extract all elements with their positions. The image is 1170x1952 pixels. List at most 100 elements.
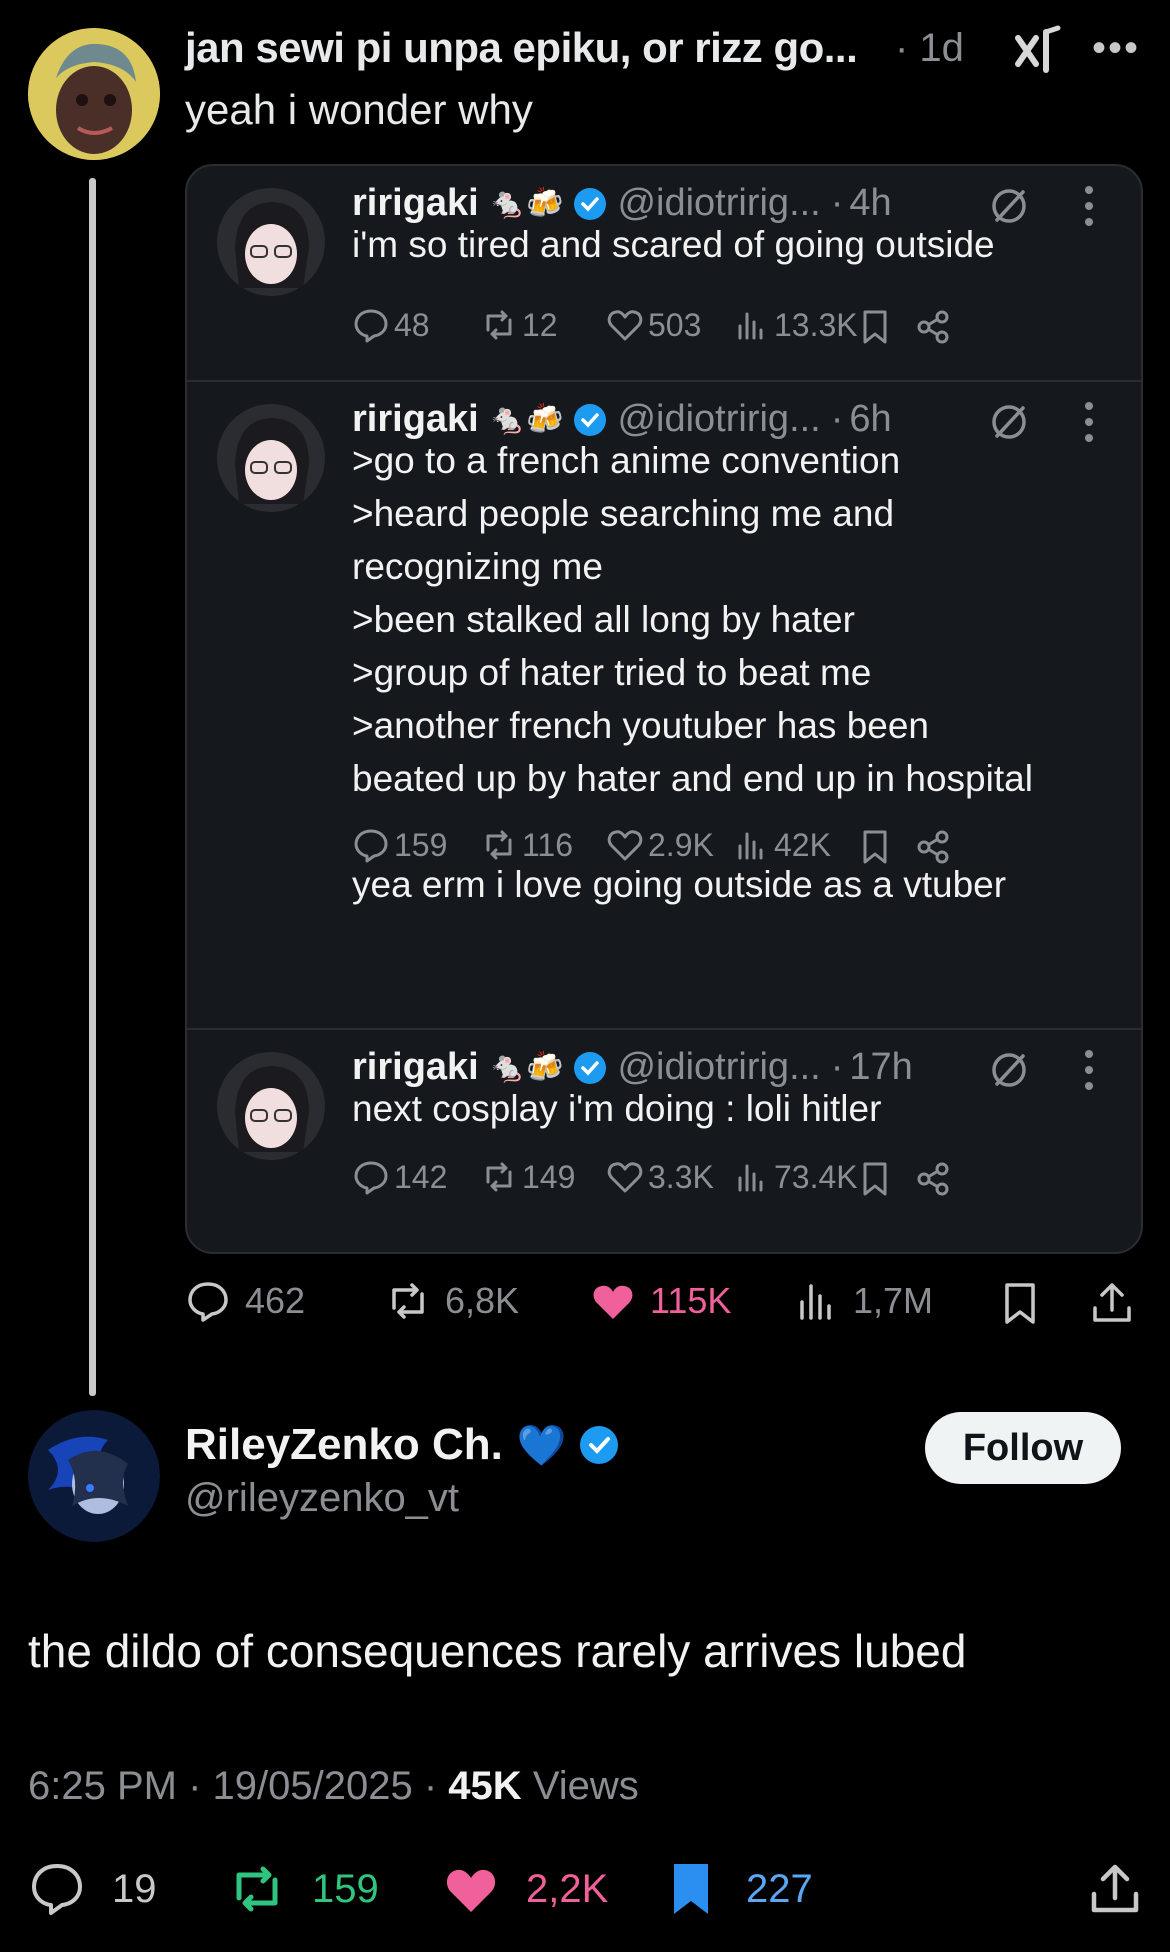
- repost-icon: [486, 830, 512, 860]
- bookmark-count: 227: [746, 1866, 813, 1911]
- like-count: 115K: [650, 1280, 732, 1321]
- like-stat[interactable]: 2.9K: [606, 826, 714, 864]
- blue-heart-emoji: 💙: [516, 1423, 567, 1468]
- repost-icon: [486, 310, 512, 340]
- views-chart-icon: [738, 312, 763, 340]
- repost-count: 116: [522, 826, 574, 863]
- author-emoji: 🐁🍻: [488, 187, 564, 220]
- quoted-post[interactable]: ririgaki 🐁🍻 @idiotririg... · 4h i'm so t…: [187, 166, 1141, 380]
- post-time[interactable]: 6:25 PM: [28, 1764, 177, 1808]
- reply-stat[interactable]: 159: [352, 826, 447, 864]
- reply-author-name-row[interactable]: RileyZenko Ch. 💙: [185, 1420, 619, 1470]
- quoted-stats-bar: 142 149 3.3K 73.4K: [352, 1158, 1122, 1202]
- reply-stat[interactable]: 462: [185, 1278, 305, 1324]
- like-stat[interactable]: 3.3K: [606, 1158, 714, 1196]
- verified-badge-icon: [574, 403, 607, 436]
- like-stat[interactable]: 115K: [590, 1278, 731, 1324]
- repost-stat[interactable]: 149: [480, 1158, 575, 1196]
- quoted-post[interactable]: ririgaki 🐁🍻 @idiotririg... · 17h next co…: [187, 1030, 1141, 1252]
- repost-stat[interactable]: 6,8K: [385, 1278, 519, 1324]
- share-icon[interactable]: [914, 828, 952, 866]
- quoted-thread-card[interactable]: ririgaki 🐁🍻 @idiotririg... · 4h i'm so t…: [185, 164, 1143, 1254]
- parent-timestamp[interactable]: · 1d: [895, 26, 964, 71]
- share-upload-icon[interactable]: [1089, 1280, 1135, 1326]
- like-count: 3.3K: [648, 1158, 714, 1195]
- bookmark-icon[interactable]: [997, 1280, 1043, 1326]
- views-label: Views: [532, 1764, 639, 1808]
- thread-connector-line: [89, 178, 96, 1396]
- post-meta-line: 6:25 PM · 19/05/2025 · 45K Views: [28, 1764, 639, 1809]
- share-icon[interactable]: [914, 1160, 952, 1198]
- reply-stat[interactable]: 19: [28, 1860, 157, 1918]
- reply-count: 19: [112, 1866, 157, 1911]
- quoted-post-text: next cosplay i'm doing : loli hitler: [352, 1088, 882, 1129]
- parent-author-name[interactable]: jan sewi pi unpa epiku, or rizz go...: [185, 24, 858, 72]
- author-emoji: 🐁🍻: [488, 1051, 564, 1084]
- reply-icon: [32, 1864, 82, 1915]
- more-icon[interactable]: •••: [1092, 28, 1140, 68]
- reply-icon: [354, 829, 388, 863]
- follow-button[interactable]: Follow: [925, 1412, 1121, 1484]
- reply-stat[interactable]: 142: [352, 1158, 447, 1196]
- like-count: 2.9K: [648, 826, 714, 863]
- views-stat[interactable]: 13.3K: [732, 306, 858, 344]
- reply-count: 142: [394, 1158, 448, 1195]
- reply-icon: [354, 1161, 388, 1195]
- reply-count: 462: [245, 1280, 306, 1321]
- repost-icon: [236, 1866, 278, 1912]
- share-upload-icon[interactable]: [1086, 1860, 1144, 1918]
- heart-icon: [607, 830, 643, 861]
- like-stat[interactable]: 2,2K: [442, 1860, 608, 1918]
- heart-filled-icon: [446, 1869, 496, 1912]
- repost-count: 149: [522, 1158, 576, 1195]
- reply-stat[interactable]: 48: [352, 306, 430, 344]
- bookmark-icon[interactable]: [856, 308, 894, 346]
- parent-post-text: yeah i wonder why: [185, 86, 533, 133]
- reply-count: 159: [394, 826, 448, 863]
- views-chart-icon: [738, 832, 763, 860]
- heart-icon: [607, 1162, 643, 1193]
- like-count: 503: [648, 306, 702, 343]
- bookmark-icon[interactable]: [856, 1160, 894, 1198]
- repost-stat[interactable]: 116: [480, 826, 573, 864]
- repost-count: 12: [522, 306, 558, 343]
- repost-stat[interactable]: 159: [228, 1860, 379, 1918]
- views-count: 45K: [448, 1764, 522, 1808]
- quoted-avatar[interactable]: [217, 1052, 325, 1160]
- reply-author-avatar[interactable]: [28, 1410, 160, 1542]
- reply-count: 48: [394, 306, 430, 343]
- parent-avatar[interactable]: [28, 28, 160, 160]
- bookmark-filled-icon: [674, 1864, 708, 1914]
- bookmark-icon[interactable]: [856, 828, 894, 866]
- repost-stat[interactable]: 12: [480, 306, 558, 344]
- bookmark-stat[interactable]: 227: [662, 1860, 813, 1918]
- like-count: 2,2K: [526, 1866, 609, 1911]
- repost-icon: [486, 1162, 512, 1192]
- grok-icon[interactable]: [1012, 24, 1064, 76]
- quoted-stats-bar: 159 116 2.9K 42K: [352, 826, 1122, 870]
- share-icon[interactable]: [914, 308, 952, 346]
- author-emoji: 🐁🍻: [488, 403, 564, 436]
- views-stat[interactable]: 1,7M: [793, 1278, 933, 1324]
- reply-stats-bar: 19 159 2,2K 227: [28, 1860, 1148, 1930]
- separator-dot: ·: [188, 1764, 213, 1808]
- verified-badge-icon: [579, 1426, 618, 1464]
- reply-author-handle[interactable]: @rileyzenko_vt: [185, 1476, 459, 1521]
- post-date[interactable]: 19/05/2025: [213, 1764, 413, 1808]
- quoted-avatar[interactable]: [217, 404, 325, 512]
- quoted-post-text: i'm so tired and scared of going outside: [352, 224, 995, 265]
- quoted-avatar[interactable]: [217, 188, 325, 296]
- like-stat[interactable]: 503: [606, 306, 701, 344]
- views-chart-icon: [800, 1284, 831, 1320]
- reply-author-name[interactable]: RileyZenko Ch.: [185, 1420, 503, 1470]
- views-count: 73.4K: [774, 1158, 858, 1195]
- views-count: 42K: [774, 826, 831, 863]
- views-count: 1,7M: [853, 1280, 934, 1321]
- repost-icon: [392, 1283, 424, 1319]
- views-stat[interactable]: 42K: [732, 826, 831, 864]
- repost-count: 159: [312, 1866, 379, 1911]
- quoted-post[interactable]: ririgaki 🐁🍻 @idiotririg... · 6h >go to a…: [187, 382, 1141, 905]
- views-count: 13.3K: [774, 306, 858, 343]
- views-chart-icon: [738, 1164, 763, 1192]
- views-stat[interactable]: 73.4K: [732, 1158, 858, 1196]
